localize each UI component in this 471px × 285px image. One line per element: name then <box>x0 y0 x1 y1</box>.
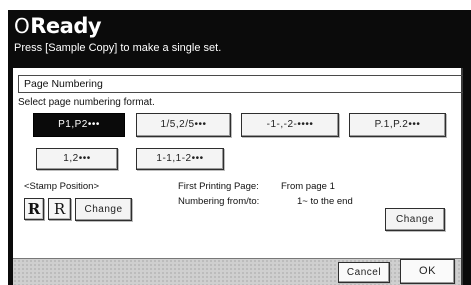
format-button-dash-1-dash[interactable]: -1-,-2-•••• <box>241 113 339 137</box>
cancel-button[interactable]: Cancel <box>338 262 390 283</box>
numbering-label: Numbering from/to: <box>178 196 260 207</box>
numbering-value: 1~ to the end <box>297 196 353 207</box>
format-button-1-2[interactable]: 1,2••• <box>36 148 118 170</box>
stamp-r-outline-icon[interactable]: R <box>48 198 71 220</box>
panel-title: Page Numbering <box>18 75 463 93</box>
ok-button[interactable]: OK <box>400 259 455 284</box>
first-printing-page-label: First Printing Page: <box>178 181 259 192</box>
format-button-p1-p2[interactable]: P1,P2••• <box>33 113 125 137</box>
format-button-1-1-1-2[interactable]: 1-1,1-2••• <box>136 148 224 170</box>
page-numbering-panel: Page Numbering Select page numbering for… <box>13 68 463 285</box>
circle-indicator-icon: O <box>14 14 30 38</box>
stamp-r-bold-icon[interactable]: R <box>24 198 44 220</box>
status-title: OReady <box>14 14 102 38</box>
format-button-p-dot-1[interactable]: P.1,P.2••• <box>349 113 446 137</box>
numbering-change-button[interactable]: Change <box>385 208 445 231</box>
instruction-message: Press [Sample Copy] to make a single set… <box>14 42 222 54</box>
copier-screen: OReady Press [Sample Copy] to make a sin… <box>8 10 471 285</box>
select-format-prompt: Select page numbering format. <box>18 97 155 108</box>
status-text: Ready <box>30 14 102 38</box>
first-printing-page-value: From page 1 <box>281 181 335 192</box>
stamp-change-button[interactable]: Change <box>75 198 132 221</box>
stamp-position-label: <Stamp Position> <box>24 181 99 192</box>
footer-bar <box>13 258 461 285</box>
format-button-1-5-2-5[interactable]: 1/5,2/5••• <box>136 113 231 137</box>
